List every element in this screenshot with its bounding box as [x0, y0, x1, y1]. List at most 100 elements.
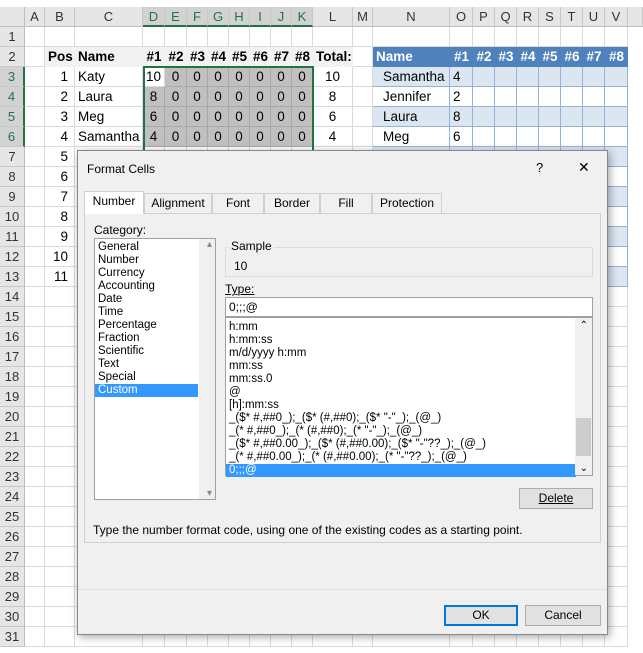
grid-cell[interactable] [25, 387, 45, 407]
grid-cell[interactable] [25, 447, 45, 467]
row-header-28[interactable]: 28 [0, 567, 25, 587]
right-table-cell[interactable] [517, 87, 539, 107]
category-item-special[interactable]: Special [95, 371, 198, 384]
grid-cell[interactable] [605, 347, 628, 367]
grid-cell[interactable] [353, 27, 373, 47]
format-item[interactable]: mm:ss.0 [226, 373, 576, 386]
column-header-V[interactable]: V [605, 7, 628, 27]
table-cell[interactable]: 2 [45, 87, 75, 107]
grid-cell[interactable] [25, 147, 45, 167]
column-header-H[interactable]: H [229, 7, 250, 27]
row-header-9[interactable]: 9 [0, 187, 25, 207]
table-cell[interactable]: 10 [313, 67, 353, 87]
category-item-custom[interactable]: Custom [95, 384, 198, 397]
right-table-cell[interactable] [517, 67, 539, 87]
right-table-cell[interactable]: Meg [373, 127, 450, 147]
row-header-3[interactable]: 3 [0, 67, 25, 87]
grid-cell[interactable] [353, 47, 373, 67]
grid-cell[interactable] [187, 27, 208, 47]
grid-cell[interactable] [605, 567, 628, 587]
category-item-number[interactable]: Number [95, 254, 198, 267]
right-table-cell[interactable]: 6 [450, 127, 473, 147]
grid-cell[interactable] [605, 467, 628, 487]
grid-cell[interactable] [229, 27, 250, 47]
right-table-cell[interactable] [539, 107, 561, 127]
grid-cell[interactable] [25, 327, 45, 347]
tab-fill[interactable]: Fill [320, 193, 372, 213]
pos-cell[interactable]: 8 [45, 207, 75, 227]
grid-cell[interactable] [25, 27, 45, 47]
tab-border[interactable]: Border [264, 193, 320, 213]
row-header-22[interactable]: 22 [0, 447, 25, 467]
column-header-E[interactable]: E [165, 7, 187, 27]
grid-cell[interactable] [605, 367, 628, 387]
grid-cell[interactable] [605, 487, 628, 507]
column-header-U[interactable]: U [583, 7, 605, 27]
grid-cell[interactable] [561, 27, 583, 47]
column-header-T[interactable]: T [561, 7, 583, 27]
column-header-D[interactable]: D [143, 7, 165, 27]
grid-cell[interactable] [45, 287, 75, 307]
right-table-cell[interactable] [517, 127, 539, 147]
right-table-cell[interactable] [583, 67, 605, 87]
grid-cell[interactable] [208, 27, 229, 47]
right-table-cell[interactable] [495, 107, 517, 127]
grid-cell[interactable] [25, 287, 45, 307]
right-table-cell[interactable]: 8 [450, 107, 473, 127]
grid-cell[interactable] [25, 67, 45, 87]
grid-cell[interactable] [605, 547, 628, 567]
right-table-cell[interactable] [539, 87, 561, 107]
pos-cell[interactable]: 9 [45, 227, 75, 247]
column-header-I[interactable]: I [250, 7, 271, 27]
row-header-16[interactable]: 16 [0, 327, 25, 347]
grid-cell[interactable] [25, 607, 45, 627]
format-item[interactable]: _($* #,##0.00_);_($* (#,##0.00);_($* "-"… [226, 438, 576, 451]
right-table-cell[interactable] [517, 107, 539, 127]
grid-cell[interactable] [313, 27, 353, 47]
right-table-cell[interactable] [605, 207, 628, 227]
grid-cell[interactable] [25, 347, 45, 367]
row-header-23[interactable]: 23 [0, 467, 25, 487]
grid-cell[interactable] [605, 27, 628, 47]
grid-cell[interactable] [271, 27, 292, 47]
column-header-B[interactable]: B [45, 7, 75, 27]
row-header-30[interactable]: 30 [0, 607, 25, 627]
grid-cell[interactable] [353, 107, 373, 127]
category-item-percentage[interactable]: Percentage [95, 319, 198, 332]
grid-cell[interactable] [45, 427, 75, 447]
right-table-cell[interactable] [605, 87, 628, 107]
grid-cell[interactable] [353, 67, 373, 87]
column-header-A[interactable]: A [25, 7, 45, 27]
grid-cell[interactable] [605, 387, 628, 407]
grid-cell[interactable] [605, 607, 628, 627]
grid-cell[interactable] [583, 27, 605, 47]
grid-cell[interactable] [353, 87, 373, 107]
format-item[interactable]: 0;;;@ [226, 464, 576, 477]
cancel-button[interactable]: Cancel [525, 605, 601, 626]
tab-alignment[interactable]: Alignment [144, 193, 212, 213]
row-header-27[interactable]: 27 [0, 547, 25, 567]
grid-cell[interactable] [373, 27, 450, 47]
right-table-cell[interactable] [561, 107, 583, 127]
table-cell[interactable]: 4 [313, 127, 353, 147]
grid-cell[interactable] [25, 107, 45, 127]
right-table-cell[interactable]: 2 [450, 87, 473, 107]
grid-cell[interactable] [45, 27, 75, 47]
help-button[interactable]: ? [536, 160, 543, 175]
grid-cell[interactable] [605, 587, 628, 607]
table-cell[interactable]: Laura [75, 87, 143, 107]
pos-cell[interactable]: 10 [45, 247, 75, 267]
column-header-K[interactable]: K [292, 7, 313, 27]
row-header-2[interactable]: 2 [0, 47, 25, 67]
right-table-cell[interactable] [561, 67, 583, 87]
row-header-18[interactable]: 18 [0, 367, 25, 387]
grid-cell[interactable] [45, 447, 75, 467]
column-header-P[interactable]: P [473, 7, 495, 27]
grid-cell[interactable] [25, 587, 45, 607]
format-item[interactable]: @ [226, 386, 576, 399]
column-header-extra[interactable] [628, 7, 643, 27]
grid-cell[interactable] [25, 407, 45, 427]
grid-cell[interactable] [605, 447, 628, 467]
grid-cell[interactable] [25, 307, 45, 327]
grid-cell[interactable] [45, 547, 75, 567]
